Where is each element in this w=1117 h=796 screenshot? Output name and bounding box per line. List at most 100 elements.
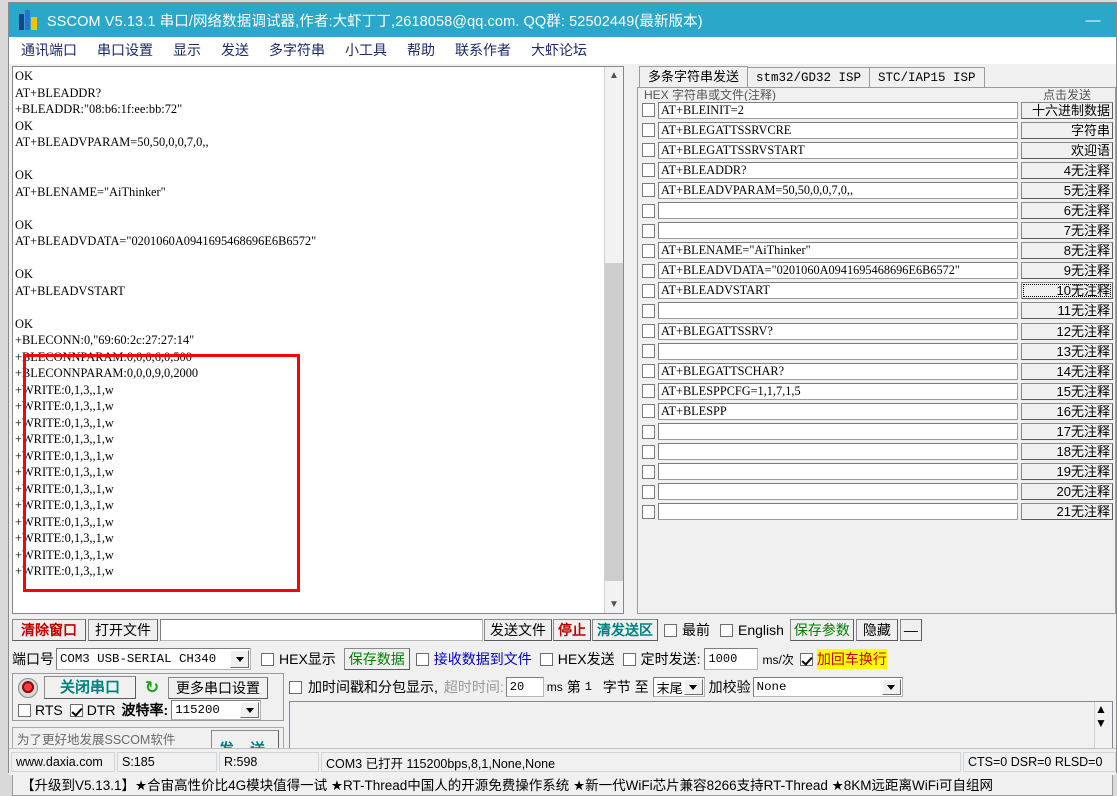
command-row-send-button[interactable]: 20无注释 — [1021, 483, 1113, 501]
hex-display-checkbox[interactable] — [261, 652, 274, 666]
command-row-checkbox[interactable] — [642, 364, 655, 379]
command-row-checkbox[interactable] — [642, 444, 655, 459]
command-row-checkbox[interactable] — [642, 123, 655, 138]
terminal-scrollbar[interactable]: ▲ ▼ — [604, 67, 623, 613]
byte-index-input[interactable] — [581, 677, 602, 697]
minimize-button[interactable]: — — [1070, 3, 1116, 37]
command-row-checkbox[interactable] — [642, 263, 655, 278]
command-row-send-button[interactable]: 11无注释 — [1021, 302, 1113, 320]
command-row-checkbox[interactable] — [642, 103, 655, 118]
command-row-checkbox[interactable] — [642, 183, 655, 198]
english-checkbox[interactable] — [720, 623, 733, 637]
command-row-input[interactable] — [658, 463, 1018, 481]
command-row-input[interactable] — [658, 503, 1018, 521]
command-row-input[interactable] — [658, 423, 1018, 441]
command-row-checkbox[interactable] — [642, 223, 655, 238]
command-row-send-button[interactable]: 5无注释 — [1021, 181, 1113, 199]
save-params-button[interactable]: 保存参数 — [789, 619, 854, 641]
scroll-up-icon[interactable]: ▲ — [605, 67, 623, 84]
command-row-send-button[interactable]: 16无注释 — [1021, 402, 1113, 420]
checksum-select[interactable]: None — [752, 677, 903, 697]
chevron-down-icon[interactable] — [881, 679, 901, 695]
command-row-send-button[interactable]: 10无注释 — [1021, 282, 1113, 300]
tab-stm32-isp[interactable]: stm32/GD32 ISP — [747, 67, 871, 88]
command-row-checkbox[interactable] — [642, 324, 655, 339]
chevron-down-icon[interactable] — [240, 702, 260, 718]
menu-item-port-setting[interactable]: 串口设置 — [97, 40, 153, 60]
tab-stc-isp[interactable]: STC/IAP15 ISP — [869, 67, 985, 88]
hide-button[interactable]: 隐藏 — [855, 619, 898, 641]
command-row-send-button[interactable]: 12无注释 — [1021, 322, 1113, 340]
clear-send-area-button[interactable]: 清发送区 — [592, 619, 658, 641]
command-row-input[interactable]: AT+BLEGATTSCHAR? — [658, 362, 1018, 380]
scroll-up-icon[interactable]: ▲ — [1095, 702, 1112, 716]
timed-send-checkbox[interactable] — [622, 652, 636, 666]
command-row-send-button[interactable]: 欢迎语 — [1021, 141, 1113, 159]
command-row-checkbox[interactable] — [642, 163, 655, 178]
send-file-button[interactable]: 发送文件 — [484, 619, 552, 641]
menu-item-forum[interactable]: 大虾论坛 — [531, 40, 587, 60]
close-port-button[interactable]: 关闭串口 — [44, 676, 136, 699]
command-row-send-button[interactable]: 15无注释 — [1021, 382, 1113, 400]
command-row-checkbox[interactable] — [642, 404, 655, 419]
byte-end-select[interactable]: 末尾 — [652, 677, 705, 697]
command-row-checkbox[interactable] — [642, 504, 655, 519]
command-row-input[interactable] — [658, 222, 1018, 240]
command-row-send-button[interactable]: 十六进制数据 — [1021, 101, 1113, 119]
command-row-input[interactable]: AT+BLEADVPARAM=50,50,0,0,7,0,, — [658, 181, 1018, 199]
recv-to-file-checkbox[interactable] — [415, 652, 429, 666]
menu-item-comm-port[interactable]: 通讯端口 — [21, 40, 77, 60]
command-row-send-button[interactable]: 21无注释 — [1021, 503, 1113, 521]
command-row-send-button[interactable]: 7无注释 — [1021, 222, 1113, 240]
more-port-settings-button[interactable]: 更多串口设置 — [168, 676, 268, 699]
command-row-send-button[interactable]: 9无注释 — [1021, 262, 1113, 280]
terminal-output-panel[interactable]: OK AT+BLEADDR? +BLEADDR:"08:b6:1f:ee:bb:72… — [12, 66, 624, 614]
topmost-checkbox[interactable] — [664, 623, 677, 637]
scroll-down-icon[interactable]: ▼ — [605, 596, 623, 613]
timeout-input[interactable] — [505, 677, 544, 697]
status-site[interactable]: www.daxia.com — [11, 752, 115, 772]
command-row-input[interactable]: AT+BLESPP — [658, 402, 1018, 420]
command-row-input[interactable]: AT+BLEADDR? — [658, 161, 1018, 179]
scrollbar-thumb[interactable] — [605, 263, 623, 581]
command-row-input[interactable]: AT+BLENAME="AiThinker" — [658, 242, 1018, 260]
collapse-button[interactable]: — — [899, 619, 922, 641]
command-row-checkbox[interactable] — [642, 303, 655, 318]
command-row-input[interactable] — [658, 302, 1018, 320]
refresh-icon[interactable]: ↻ — [142, 678, 162, 698]
chevron-down-icon[interactable] — [230, 650, 249, 668]
command-row-input[interactable]: AT+BLEADVSTART — [658, 282, 1018, 300]
command-row-checkbox[interactable] — [642, 344, 655, 359]
baud-select[interactable]: 115200 — [171, 700, 262, 720]
command-row-checkbox[interactable] — [642, 283, 655, 298]
save-data-button[interactable]: 保存数据 — [343, 648, 410, 670]
tab-multi-string[interactable]: 多条字符串发送 — [639, 66, 749, 88]
command-row-send-button[interactable]: 6无注释 — [1021, 202, 1113, 220]
menu-item-display[interactable]: 显示 — [173, 40, 201, 60]
command-row-checkbox[interactable] — [642, 384, 655, 399]
command-row-send-button[interactable]: 19无注释 — [1021, 463, 1113, 481]
menu-item-send[interactable]: 发送 — [221, 40, 249, 60]
command-row-input[interactable] — [658, 483, 1018, 501]
command-row-checkbox[interactable] — [642, 484, 655, 499]
dtr-checkbox[interactable] — [69, 703, 83, 717]
command-row-checkbox[interactable] — [642, 243, 655, 258]
command-row-input[interactable]: AT+BLEINIT=2 — [658, 101, 1018, 119]
command-row-input[interactable]: AT+BLEGATTSSRVCRE — [658, 121, 1018, 139]
crlf-checkbox[interactable] — [799, 652, 813, 666]
rts-checkbox[interactable] — [18, 703, 31, 717]
timestamp-checkbox[interactable] — [289, 680, 302, 694]
interval-input[interactable] — [704, 648, 759, 670]
chevron-down-icon[interactable] — [683, 679, 703, 695]
command-row-checkbox[interactable] — [642, 424, 655, 439]
menu-item-tools[interactable]: 小工具 — [345, 40, 387, 60]
command-row-input[interactable]: AT+BLEGATTSSRVSTART — [658, 141, 1018, 159]
open-file-button[interactable]: 打开文件 — [88, 619, 158, 641]
menu-item-contact[interactable]: 联系作者 — [455, 40, 511, 60]
command-row-input[interactable]: AT+BLESPPCFG=1,1,7,1,5 — [658, 382, 1018, 400]
menu-item-help[interactable]: 帮助 — [407, 40, 435, 60]
command-row-input[interactable] — [658, 342, 1018, 360]
command-row-checkbox[interactable] — [642, 143, 655, 158]
port-select[interactable]: COM3 USB-SERIAL CH340 — [56, 648, 251, 670]
hex-send-checkbox[interactable] — [539, 652, 553, 666]
